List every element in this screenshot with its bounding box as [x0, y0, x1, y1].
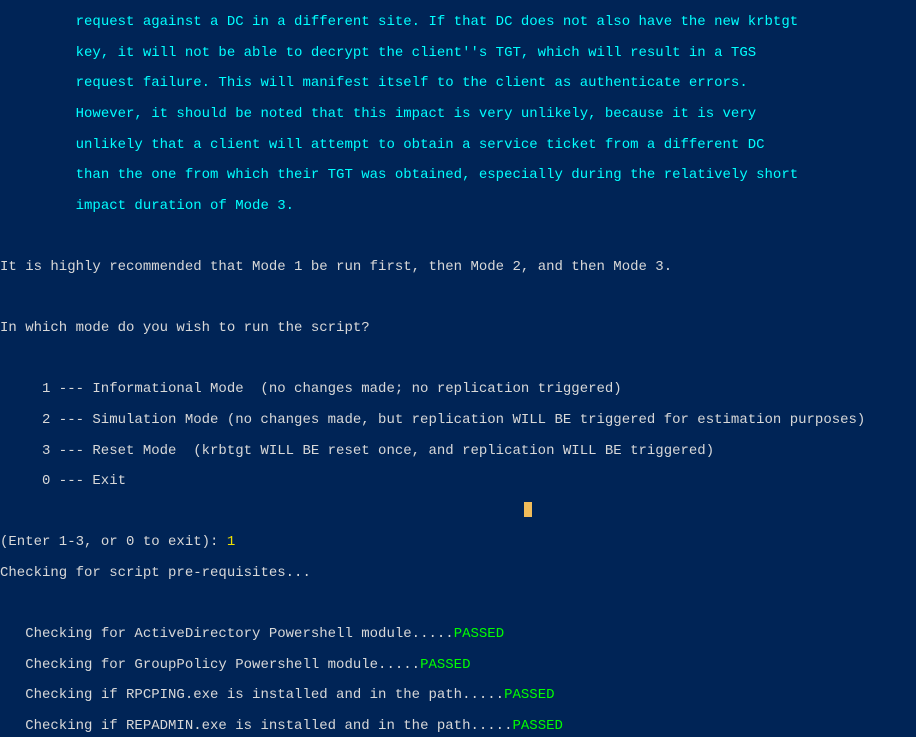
- warn-line: impact duration of Mode 3.: [76, 199, 916, 214]
- mode-option-0: 0 --- Exit: [42, 474, 916, 489]
- check-line: Checking if RPCPING.exe is installed and…: [25, 688, 916, 703]
- prereq-header: Checking for script pre-requisites...: [0, 566, 916, 581]
- warn-line: unlikely that a client will attempt to o…: [76, 138, 916, 153]
- warn-line: However, it should be noted that this im…: [76, 107, 916, 122]
- status-passed: PASSED: [504, 687, 554, 703]
- terminal-output: request against a DC in a different site…: [0, 0, 916, 737]
- status-passed: PASSED: [512, 718, 562, 734]
- check-line: Checking if REPADMIN.exe is installed an…: [25, 719, 916, 734]
- mode-option-2: 2 --- Simulation Mode (no changes made, …: [42, 413, 916, 428]
- status-passed: PASSED: [454, 626, 504, 642]
- input-prompt: (Enter 1-3, or 0 to exit):: [0, 534, 227, 550]
- warn-line: request against a DC in a different site…: [76, 15, 916, 30]
- mode-question: In which mode do you wish to run the scr…: [0, 321, 916, 336]
- warn-line: key, it will not be able to decrypt the …: [76, 46, 916, 61]
- recommend-line: It is highly recommended that Mode 1 be …: [0, 260, 916, 275]
- check-line: Checking for ActiveDirectory Powershell …: [25, 627, 916, 642]
- status-passed: PASSED: [420, 657, 470, 673]
- check-line: Checking for GroupPolicy Powershell modu…: [25, 658, 916, 673]
- warn-line: than the one from which their TGT was ob…: [76, 168, 916, 183]
- user-input[interactable]: 1: [227, 534, 235, 550]
- mode-option-1: 1 --- Informational Mode (no changes mad…: [42, 382, 916, 397]
- mode-option-3: 3 --- Reset Mode (krbtgt WILL BE reset o…: [42, 444, 916, 459]
- warn-line: request failure. This will manifest itse…: [76, 76, 916, 91]
- input-prompt-line[interactable]: (Enter 1-3, or 0 to exit): 1: [0, 535, 916, 550]
- text-cursor: [524, 502, 532, 517]
